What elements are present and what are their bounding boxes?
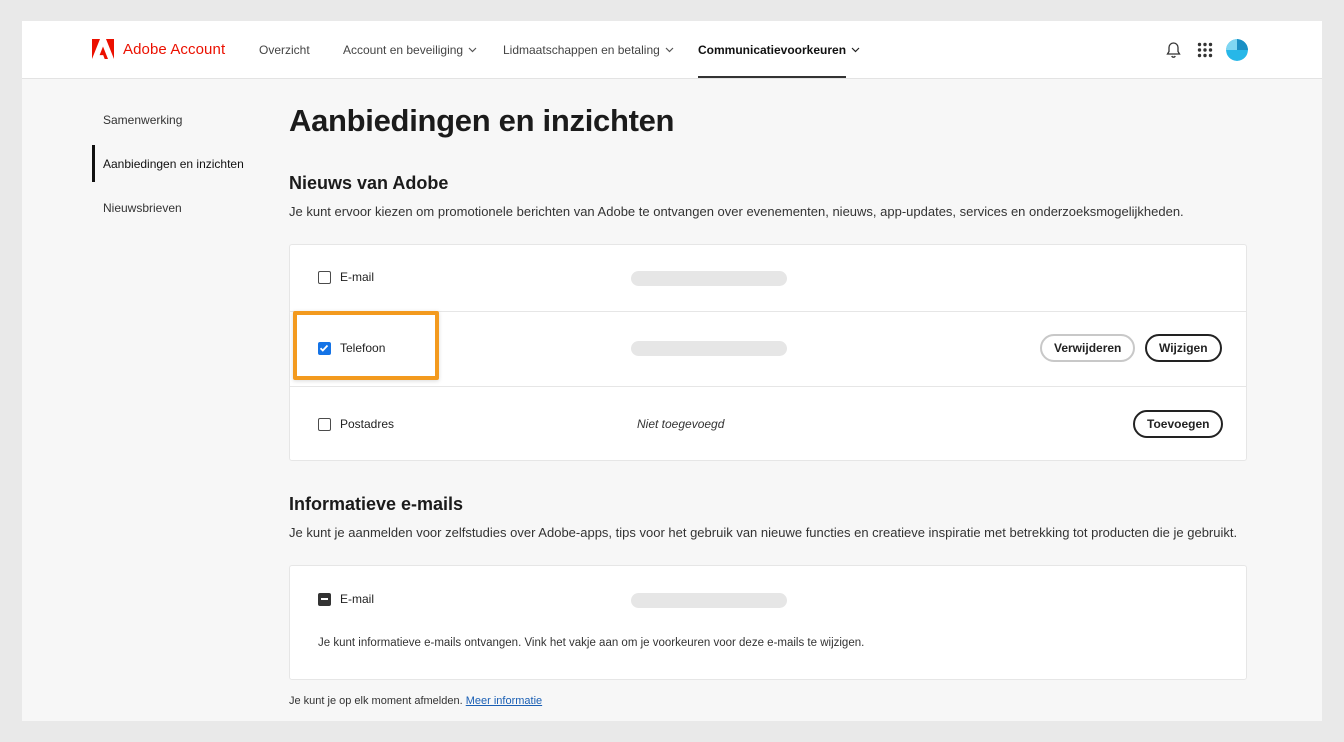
nav-label: Communicatievoorkeuren [698,43,847,57]
sidebar-active-indicator [92,145,95,182]
nav-account-en-beveiliging[interactable]: Account en beveiliging [343,43,477,57]
checkmark-icon [319,344,329,352]
nav-overzicht[interactable]: Overzicht [259,43,310,57]
telefoon-checkbox[interactable] [318,342,331,355]
indeterminate-dash-icon [320,597,328,600]
nav-label: Overzicht [259,43,310,57]
loading-placeholder [631,341,787,356]
footer-text: Je kunt je op elk moment afmelden. [289,695,463,707]
avatar[interactable] [1226,39,1248,61]
active-tab-indicator [698,76,846,78]
checkbox-label: Telefoon [340,341,386,355]
checkbox-label: E-mail [340,592,375,606]
sidebar-item-nieuwsbrieven[interactable]: Nieuwsbrieven [103,201,182,215]
nav-label: Account en beveiliging [343,43,464,57]
section-description-nieuws: Je kunt ervoor kiezen om promotionele be… [289,204,1184,219]
status-text: Niet toegevoegd [637,417,725,431]
sidebar-item-aanbiedingen-en-inzichten[interactable]: Aanbiedingen en inzichten [103,157,244,171]
nav-label: Lidmaatschappen en betaling [503,43,660,57]
section-title-nieuws: Nieuws van Adobe [289,173,449,193]
checkbox-label: E-mail [340,270,375,284]
meer-informatie-link[interactable]: Meer informatie [466,695,542,707]
add-button[interactable]: Toevoegen [1133,410,1224,438]
chevron-down-icon [468,47,477,53]
adobe-logo-icon [92,39,114,59]
sidebar-item-samenwerking[interactable]: Samenwerking [103,113,182,127]
informative-info-text: Je kunt informatieve e-mails ontvangen. … [318,637,865,649]
informative-email-checkbox[interactable] [318,593,331,606]
news-preferences-card: E-mail Telefoon Verwijderen Wijzigen Pos… [289,244,1247,461]
preference-row-email: E-mail [290,245,1246,311]
chevron-down-icon [665,47,674,53]
sidebar-item-label: Nieuwsbrieven [103,201,182,215]
preference-row-telefoon: Telefoon Verwijderen Wijzigen [290,312,1246,386]
footer-note: Je kunt je op elk moment afmelden. Meer … [289,695,542,707]
page-title: Aanbiedingen en inzichten [289,103,675,138]
postadres-checkbox[interactable] [318,418,331,431]
top-navigation-bar: Adobe Account Overzicht Account en bevei… [22,21,1322,79]
remove-button[interactable]: Verwijderen [1040,334,1136,362]
sidebar-item-label: Samenwerking [103,113,183,127]
brand-name: Adobe Account [123,40,226,58]
nav-communicatievoorkeuren[interactable]: Communicatievoorkeuren [698,43,860,57]
chevron-down-icon [851,47,860,53]
nav-lidmaatschappen-en-betaling[interactable]: Lidmaatschappen en betaling [503,43,674,57]
preference-row-postadres: Postadres Niet toegevoegd Toevoegen [290,387,1246,461]
section-title-informatief: Informatieve e-mails [289,494,464,514]
adobe-account-logo[interactable]: Adobe Account [92,39,225,59]
edit-button[interactable]: Wijzigen [1145,334,1222,362]
app-window: Adobe Account Overzicht Account en bevei… [22,21,1322,721]
bell-icon[interactable] [1166,41,1181,59]
avatar-image [1226,39,1248,61]
loading-placeholder [631,271,787,286]
email-checkbox[interactable] [318,271,331,284]
section-description-informatief: Je kunt je aanmelden voor zelfstudies ov… [289,525,1238,540]
app-grid-icon[interactable] [1197,42,1213,58]
loading-placeholder [631,593,787,608]
sidebar-item-label: Aanbiedingen en inzichten [103,157,244,171]
checkbox-label: Postadres [340,417,395,431]
informative-emails-card: E-mail Je kunt informatieve e-mails ontv… [289,565,1247,680]
